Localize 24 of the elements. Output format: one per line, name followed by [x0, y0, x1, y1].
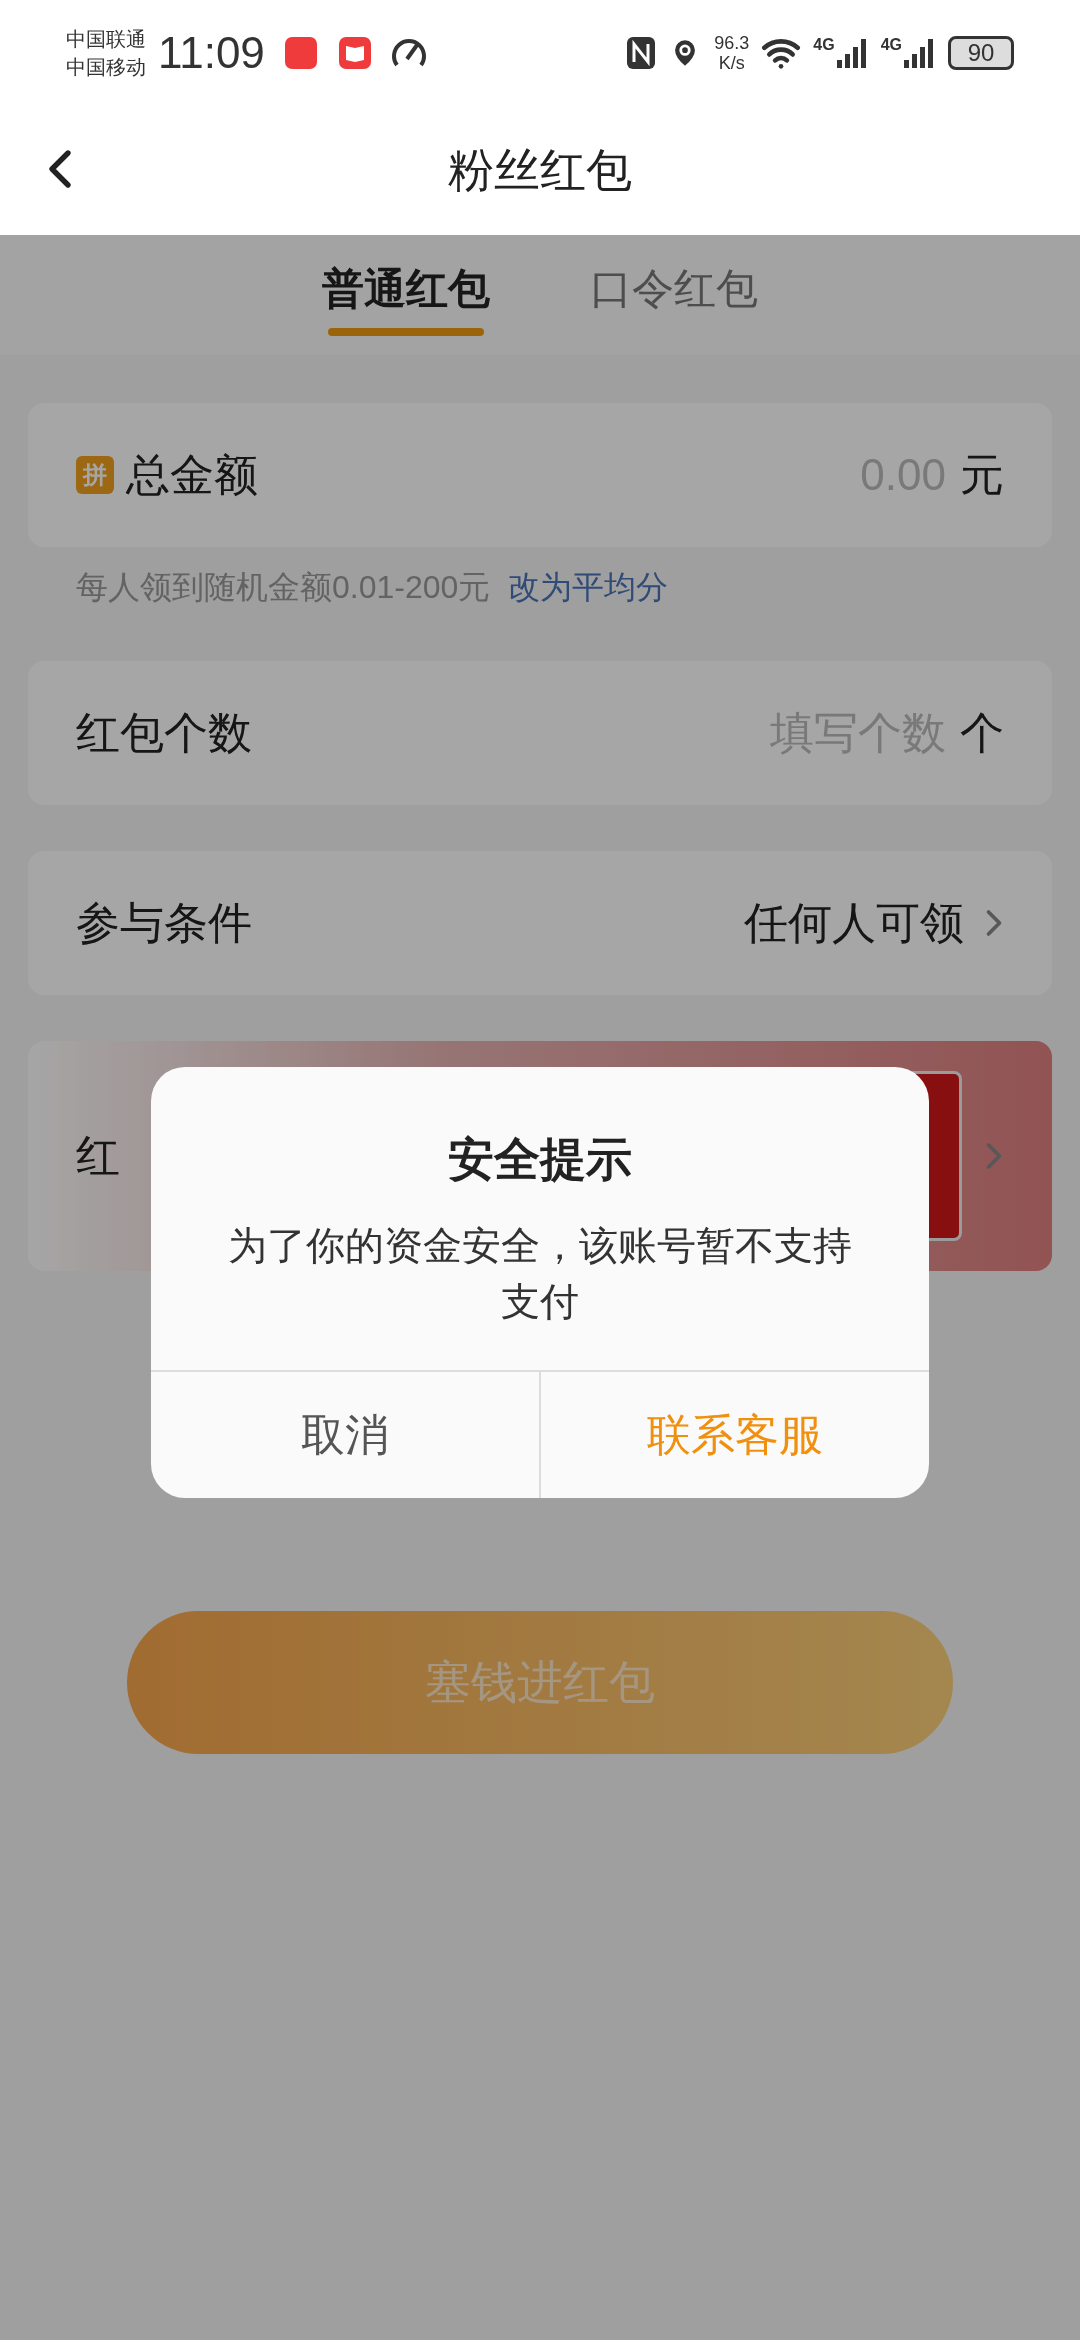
nfc-icon	[626, 35, 657, 70]
network-type: 4G	[880, 35, 902, 54]
network-type: 4G	[813, 35, 835, 54]
battery-indicator: 90	[948, 35, 1014, 70]
dialog-title: 安全提示	[448, 1132, 632, 1187]
condition-value: 任何人可领	[744, 897, 964, 949]
badge: 拼	[76, 456, 114, 494]
book-icon	[338, 36, 371, 69]
carrier-name: 中国联通	[66, 26, 146, 52]
dialog-message: 为了你的资金安全，该账号暂不支持支付	[227, 1223, 853, 1325]
unit-label: 元	[960, 449, 1004, 501]
field-label: 总金额	[126, 449, 258, 501]
carrier-name: 中国移动	[66, 54, 146, 80]
hint-text: 每人领到随机金额0.01-200元	[76, 568, 491, 607]
unit-label: 个	[960, 707, 1004, 759]
field-label: 参与条件	[76, 897, 252, 949]
network-speed: 96.3 K/s	[714, 32, 750, 73]
dialog-button[interactable]: 取消	[151, 1372, 539, 1498]
field-label: 红	[76, 1130, 120, 1182]
page-title: 粉丝红包	[448, 142, 632, 198]
condition-row[interactable]: 参与条件 任何人可领	[28, 851, 1052, 995]
tab[interactable]: 普通红包	[322, 235, 490, 355]
clock-time: 11:09	[158, 26, 265, 79]
field-label: 红包个数	[76, 707, 252, 759]
